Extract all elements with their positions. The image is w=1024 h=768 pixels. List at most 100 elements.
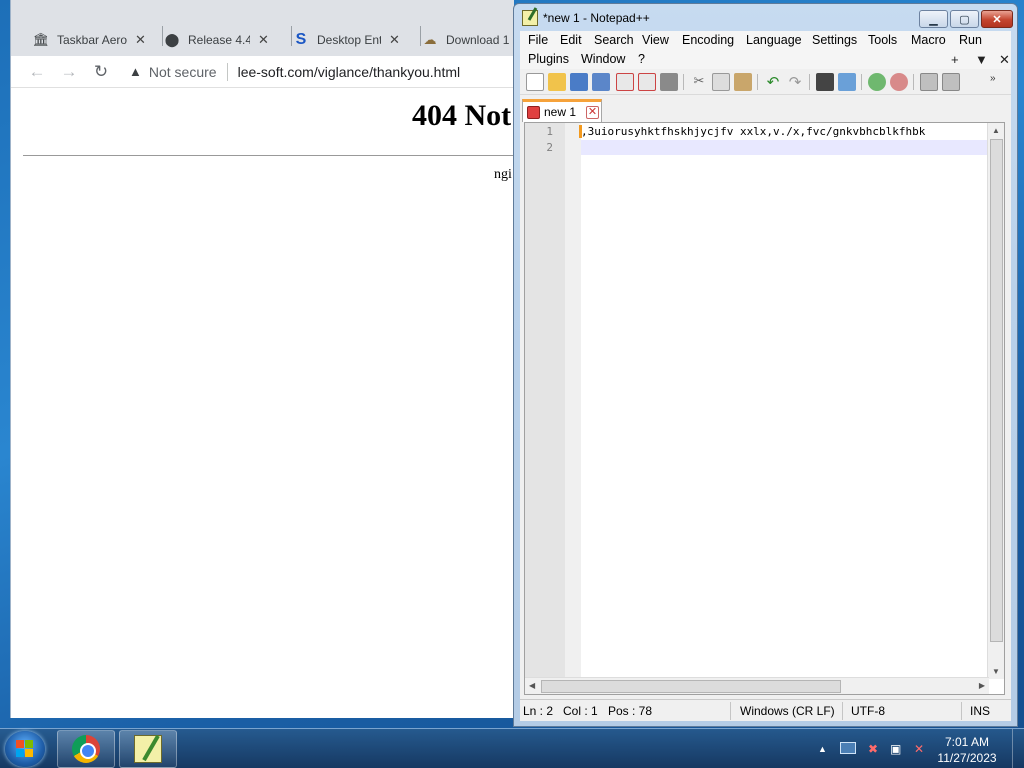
taskbar: ▲ ✖ ▣ ✕ 7:01 AM 11/27/2023	[0, 728, 1024, 768]
open-file-icon[interactable]	[548, 73, 566, 91]
browser-tab[interactable]: S Desktop Ent ✕	[285, 24, 408, 56]
close-file-icon[interactable]	[616, 73, 634, 91]
notepad-app-icon	[522, 9, 538, 26]
minimize-button[interactable]: ▁	[919, 10, 948, 28]
status-encoding: UTF-8	[851, 704, 885, 718]
toolbar-separator	[861, 74, 862, 90]
clock-date: 11/27/2023	[937, 751, 997, 765]
sync-vertical-icon[interactable]	[920, 73, 938, 91]
status-bar: Ln : 2 Col : 1 Pos : 78 Windows (CR LF) …	[520, 699, 1011, 721]
tab-list-dropdown-icon[interactable]: ▼	[975, 52, 988, 67]
status-separator	[730, 702, 731, 720]
menu-edit[interactable]: Edit	[560, 33, 582, 47]
tab-title: Desktop Ent	[317, 33, 381, 47]
unsaved-file-icon	[527, 105, 540, 119]
browser-tab[interactable]: ⬤ Release 4.4. ✕	[156, 24, 277, 56]
tab-close-icon[interactable]: ✕	[258, 32, 269, 48]
reload-icon[interactable]: ↻	[85, 58, 117, 86]
status-insert-mode: INS	[970, 704, 991, 718]
menu-settings[interactable]: Settings	[812, 33, 857, 47]
menu-window[interactable]: Window	[581, 52, 625, 66]
browser-window: 🏛 Taskbar Aero ✕ ⬤ Release 4.4. ✕ S Desk…	[10, 0, 514, 718]
status-position: Pos : 78	[608, 704, 653, 718]
taskbar-chrome-button[interactable]	[57, 730, 115, 768]
browser-tab[interactable]: 🏛 Taskbar Aero ✕	[25, 24, 154, 56]
editor-line[interactable]: ,3uiorusyhktfhskhjycjfv xxlx,v./x,fvc/gn…	[581, 125, 925, 138]
network-error-icon[interactable]: ✖	[868, 742, 878, 756]
menu-view[interactable]: View	[642, 33, 669, 47]
show-desktop-button[interactable]	[1012, 729, 1024, 768]
copy-icon[interactable]	[712, 73, 730, 91]
clock[interactable]: 7:01 AM 11/27/2023	[932, 734, 1002, 766]
tab-title: Taskbar Aero	[57, 33, 127, 47]
paste-icon[interactable]	[734, 73, 752, 91]
maximize-button[interactable]: ▢	[950, 10, 979, 28]
title-bar[interactable]: *new 1 - Notepad++ ▁ ▢ ✕	[514, 4, 1017, 31]
toolbar-overflow-icon[interactable]: »	[990, 73, 1008, 91]
scroll-down-icon[interactable]: ▼	[992, 667, 1000, 676]
page-heading: 404 Not	[412, 99, 512, 132]
status-eol: Windows (CR LF)	[740, 704, 835, 718]
doc-tab-close-icon[interactable]: ✕	[586, 105, 600, 119]
tab-close-icon[interactable]: ✕	[389, 32, 400, 48]
url-text[interactable]: lee-soft.com/viglance/thankyou.html	[238, 64, 461, 80]
toolbar-separator	[809, 74, 810, 90]
cut-icon[interactable]: ✂	[690, 73, 708, 91]
forward-arrow-icon[interactable]: →	[53, 58, 85, 86]
text-editor[interactable]: 1 2 ,3uiorusyhktfhskhjycjfv xxlx,v./x,fv…	[524, 122, 1005, 695]
line-number: 1	[546, 125, 553, 138]
save-icon[interactable]	[570, 73, 588, 91]
close-all-icon[interactable]	[638, 73, 656, 91]
save-all-icon[interactable]	[592, 73, 610, 91]
close-button[interactable]: ✕	[981, 10, 1013, 28]
menu-language[interactable]: Language	[746, 33, 802, 47]
menu-macro[interactable]: Macro	[911, 33, 946, 47]
redo-icon[interactable]: ↷	[786, 73, 804, 91]
menu-plugins[interactable]: Plugins	[528, 52, 569, 66]
back-arrow-icon[interactable]: ←	[21, 58, 53, 86]
menu-tools[interactable]: Tools	[868, 33, 897, 47]
close-document-icon[interactable]: ✕	[999, 52, 1010, 68]
tab-close-icon[interactable]: ✕	[135, 32, 146, 48]
new-tab-plus-icon[interactable]: +	[951, 52, 959, 67]
menu-search[interactable]: Search	[594, 33, 634, 47]
sync-horizontal-icon[interactable]	[942, 73, 960, 91]
undo-icon[interactable]: ↶	[764, 73, 782, 91]
replace-icon[interactable]	[838, 73, 856, 91]
notepad-client-area: File Edit Search View Encoding Language …	[520, 31, 1011, 721]
browser-tab[interactable]: ☁ Download 1	[414, 24, 514, 56]
zoom-in-icon[interactable]	[868, 73, 886, 91]
scroll-right-icon[interactable]: ▶	[979, 681, 985, 690]
address-bar[interactable]: ▲ Not secure lee-soft.com/viglance/thank…	[123, 58, 514, 86]
status-line: Ln : 2	[523, 704, 554, 718]
print-icon[interactable]	[660, 73, 678, 91]
line-number: 2	[546, 141, 553, 154]
omnibox-divider	[226, 62, 228, 81]
new-file-icon[interactable]	[526, 73, 544, 91]
system-tray: ▲ ✖ ▣ ✕ 7:01 AM 11/27/2023	[804, 729, 1024, 768]
chrome-icon	[72, 735, 100, 763]
volume-muted-icon[interactable]: ✕	[914, 742, 924, 756]
vertical-scroll-thumb[interactable]	[990, 139, 1003, 642]
start-button[interactable]	[5, 731, 45, 767]
scroll-left-icon[interactable]: ◀	[529, 681, 535, 690]
horizontal-scroll-thumb[interactable]	[541, 680, 841, 693]
show-hidden-icons-chevron-icon[interactable]: ▲	[818, 744, 827, 754]
find-icon[interactable]	[816, 73, 834, 91]
menu-help[interactable]: ?	[638, 52, 645, 66]
taskbar-notepad-button[interactable]	[119, 730, 177, 768]
scroll-up-icon[interactable]: ▲	[992, 126, 1000, 135]
fold-margin	[565, 123, 581, 694]
security-label: Not secure	[148, 63, 217, 80]
tab-new-1[interactable]: new 1 ✕	[522, 99, 602, 122]
action-center-icon[interactable]	[840, 742, 856, 754]
window-title: *new 1 - Notepad++	[543, 10, 650, 25]
menu-run[interactable]: Run	[959, 33, 982, 47]
horizontal-scrollbar[interactable]: ◀ ▶	[525, 677, 989, 694]
menu-file[interactable]: File	[528, 33, 548, 47]
toolbar-separator	[683, 74, 684, 90]
menu-encoding[interactable]: Encoding	[682, 33, 734, 47]
zoom-out-icon[interactable]	[890, 73, 908, 91]
vertical-scrollbar[interactable]: ▲ ▼	[987, 123, 1004, 679]
network-icon[interactable]: ▣	[890, 742, 901, 756]
